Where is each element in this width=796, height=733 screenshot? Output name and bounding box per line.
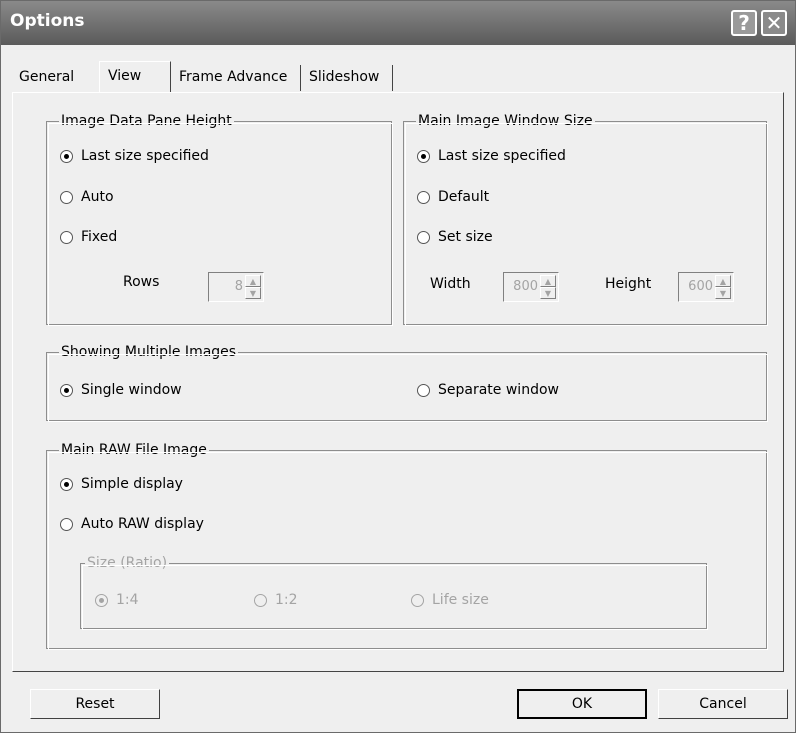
- radio-circle-icon: [417, 383, 430, 397]
- group-title: Size (Ratio): [85, 554, 170, 572]
- radio-circle-icon: [411, 593, 424, 607]
- spin-up-icon[interactable]: ▲: [715, 275, 731, 287]
- height-spinner[interactable]: 600 ▲ ▼: [678, 272, 734, 302]
- radio-circle-icon: [60, 517, 73, 531]
- group-title: Showing Multiple Images: [59, 343, 239, 361]
- spin-down-icon[interactable]: ▼: [540, 287, 556, 299]
- radio-label: Set size: [438, 229, 493, 245]
- tab-slideshow[interactable]: Slideshow: [303, 65, 393, 91]
- radio-label: Last size specified: [438, 148, 566, 164]
- radio-circle-icon: [60, 190, 73, 204]
- radio-label: 1:4: [116, 592, 139, 608]
- radio-auto[interactable]: Auto: [60, 189, 114, 205]
- height-value: 600: [688, 279, 713, 294]
- spin-down-icon[interactable]: ▼: [245, 287, 261, 299]
- radio-circle-icon: [417, 230, 430, 244]
- radio-auto-raw-display[interactable]: Auto RAW display: [60, 516, 204, 532]
- main-window-size-group: Main Image Window Size Last size specifi…: [403, 112, 768, 326]
- radio-dot-icon: [60, 149, 73, 163]
- radio-simple-display[interactable]: Simple display: [60, 476, 183, 492]
- radio-label: Auto RAW display: [81, 516, 204, 532]
- radio-dot-icon: [60, 477, 73, 491]
- radio-set-size[interactable]: Set size: [417, 229, 493, 245]
- radio-dot-icon: [95, 593, 108, 607]
- radio-label: Auto: [81, 189, 114, 205]
- radio-label: Simple display: [81, 476, 183, 492]
- width-label: Width: [430, 276, 471, 292]
- rows-value: 8: [234, 279, 243, 294]
- rows-label: Rows: [123, 274, 160, 290]
- width-value: 800: [513, 279, 538, 294]
- spin-up-icon[interactable]: ▲: [245, 275, 261, 287]
- tab-frame-advance[interactable]: Frame Advance: [173, 65, 301, 91]
- multiple-images-group: Showing Multiple Images Single window Se…: [46, 343, 768, 422]
- spin-up-icon[interactable]: ▲: [540, 275, 556, 287]
- tab-view[interactable]: View: [99, 61, 171, 93]
- group-title: Main Image Window Size: [416, 112, 595, 130]
- radio-ratio-1-4[interactable]: 1:4: [95, 592, 139, 608]
- radio-single-window[interactable]: Single window: [60, 382, 182, 398]
- image-data-pane-group: Image Data Pane Height Last size specifi…: [46, 112, 393, 326]
- radio-label: Default: [438, 189, 490, 205]
- radio-label: 1:2: [275, 592, 298, 608]
- radio-last-size-pane[interactable]: Last size specified: [60, 148, 209, 164]
- close-icon[interactable]: ✕: [761, 10, 787, 36]
- radio-circle-icon: [417, 190, 430, 204]
- radio-dot-icon: [417, 149, 430, 163]
- options-dialog: Options ? ✕ General View Frame Advance S…: [0, 0, 796, 733]
- rows-spinner[interactable]: 8 ▲ ▼: [208, 272, 264, 302]
- raw-file-group: Main RAW File Image Simple display Auto …: [46, 441, 768, 650]
- radio-label: Single window: [81, 382, 182, 398]
- help-icon[interactable]: ?: [731, 10, 757, 36]
- radio-circle-icon: [60, 230, 73, 244]
- size-ratio-group: Size (Ratio) 1:4 1:2 Life size: [80, 554, 708, 630]
- group-title: Main RAW File Image: [59, 441, 209, 459]
- radio-label: Fixed: [81, 229, 118, 245]
- width-spinner[interactable]: 800 ▲ ▼: [503, 272, 559, 302]
- radio-label: Life size: [432, 592, 489, 608]
- title-bar: Options ? ✕: [1, 1, 795, 45]
- reset-button[interactable]: Reset: [30, 689, 160, 719]
- radio-fixed[interactable]: Fixed: [60, 229, 117, 245]
- radio-default[interactable]: Default: [417, 189, 489, 205]
- radio-separate-window[interactable]: Separate window: [417, 382, 559, 398]
- height-label: Height: [605, 276, 652, 292]
- window-title: Options: [10, 11, 85, 31]
- ok-button[interactable]: OK: [517, 689, 647, 719]
- radio-dot-icon: [60, 383, 73, 397]
- radio-ratio-1-2[interactable]: 1:2: [254, 592, 298, 608]
- radio-label: Last size specified: [81, 148, 209, 164]
- radio-life-size[interactable]: Life size: [411, 592, 489, 608]
- tab-general[interactable]: General: [13, 65, 92, 91]
- cancel-button[interactable]: Cancel: [658, 689, 788, 719]
- radio-circle-icon: [254, 593, 267, 607]
- spin-down-icon[interactable]: ▼: [715, 287, 731, 299]
- group-title: Image Data Pane Height: [59, 112, 234, 130]
- radio-label: Separate window: [438, 382, 559, 398]
- radio-last-size-window[interactable]: Last size specified: [417, 148, 566, 164]
